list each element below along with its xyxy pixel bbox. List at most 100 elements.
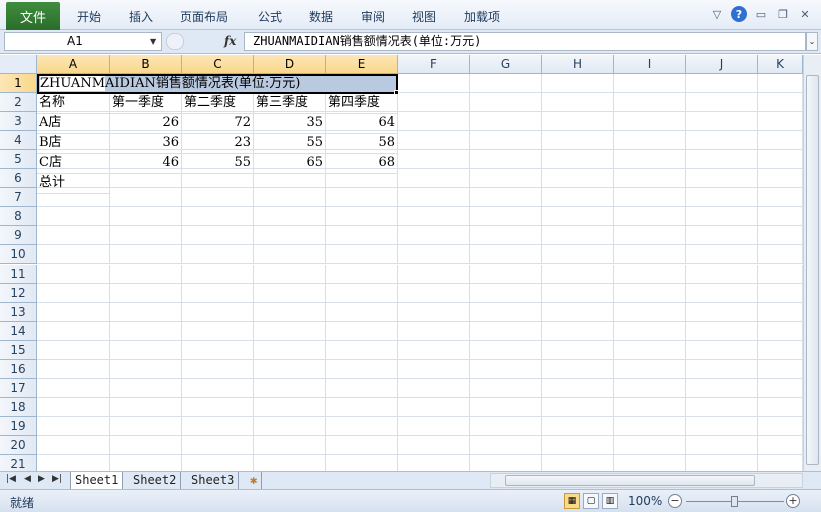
- grid-cell[interactable]: [686, 378, 758, 398]
- grid-cell[interactable]: [614, 340, 686, 360]
- grid-cell[interactable]: [470, 264, 542, 284]
- grid-cell[interactable]: [614, 112, 686, 132]
- grid-cell[interactable]: [182, 397, 254, 417]
- row-header-9[interactable]: 9: [0, 226, 37, 246]
- name-box[interactable]: A1: [4, 32, 162, 51]
- collapse-ribbon-icon[interactable]: ▽: [709, 6, 725, 22]
- grid-cell[interactable]: [398, 397, 470, 417]
- grid-cell[interactable]: [614, 359, 686, 379]
- grid-cell[interactable]: [542, 112, 614, 132]
- grid-cell[interactable]: [110, 245, 182, 265]
- grid-cell[interactable]: [254, 207, 326, 227]
- grid-cell[interactable]: [182, 359, 254, 379]
- grid-cell[interactable]: [758, 416, 803, 436]
- grid-cell[interactable]: [182, 321, 254, 341]
- grid-cell[interactable]: [326, 416, 398, 436]
- column-header-h[interactable]: H: [542, 55, 614, 74]
- grid-cell[interactable]: [37, 207, 110, 227]
- grid-cell[interactable]: [254, 264, 326, 284]
- row-header-6[interactable]: 6: [0, 169, 37, 189]
- vertical-scroll-thumb[interactable]: [806, 75, 819, 465]
- grid-cell[interactable]: [254, 378, 326, 398]
- grid-cell[interactable]: [686, 188, 758, 208]
- grid-cell[interactable]: [614, 226, 686, 246]
- grid-cell[interactable]: [758, 283, 803, 303]
- grid-cell[interactable]: [686, 359, 758, 379]
- row-header-8[interactable]: 8: [0, 207, 37, 227]
- grid-cell[interactable]: [614, 397, 686, 417]
- grid-cell[interactable]: [37, 245, 110, 265]
- insert-function-icon[interactable]: fx: [224, 34, 236, 48]
- grid-cell[interactable]: [470, 112, 542, 132]
- grid-cell[interactable]: [686, 169, 758, 189]
- grid-cell[interactable]: [758, 74, 803, 94]
- row-header-7[interactable]: 7: [0, 188, 37, 208]
- cell-b3[interactable]: 26: [110, 114, 182, 134]
- grid-cell[interactable]: [758, 321, 803, 341]
- grid-cell[interactable]: [470, 169, 542, 189]
- grid-cell[interactable]: [686, 397, 758, 417]
- help-icon[interactable]: ?: [731, 6, 747, 22]
- grid-cell[interactable]: [614, 74, 686, 94]
- column-header-b[interactable]: B: [110, 55, 182, 74]
- row-header-11[interactable]: 11: [0, 264, 37, 284]
- grid-cell[interactable]: [398, 435, 470, 455]
- grid-cell[interactable]: [542, 416, 614, 436]
- grid-cell[interactable]: [758, 435, 803, 455]
- grid-cell[interactable]: [110, 283, 182, 303]
- restore-icon[interactable]: ❐: [775, 6, 791, 22]
- grid-cell[interactable]: [110, 302, 182, 322]
- cell-c3[interactable]: 72: [182, 114, 254, 134]
- grid-cell[interactable]: [37, 397, 110, 417]
- grid-cell[interactable]: [37, 302, 110, 322]
- grid-cell[interactable]: [37, 340, 110, 360]
- grid-cell[interactable]: [686, 416, 758, 436]
- grid-cell[interactable]: [542, 435, 614, 455]
- grid-cell[interactable]: [398, 378, 470, 398]
- row-header-15[interactable]: 15: [0, 340, 37, 360]
- row-header-12[interactable]: 12: [0, 283, 37, 303]
- grid-cell[interactable]: [470, 321, 542, 341]
- cell-b5[interactable]: 46: [110, 154, 182, 174]
- grid-cell[interactable]: [326, 397, 398, 417]
- grid-cell[interactable]: [686, 112, 758, 132]
- grid-cell[interactable]: [614, 150, 686, 170]
- grid-cell[interactable]: [398, 321, 470, 341]
- cell-a4[interactable]: B店: [37, 134, 110, 154]
- grid-cell[interactable]: [398, 302, 470, 322]
- grid-cell[interactable]: [758, 93, 803, 113]
- grid-cell[interactable]: [326, 340, 398, 360]
- grid-cell[interactable]: [254, 321, 326, 341]
- grid-cell[interactable]: [398, 207, 470, 227]
- cell-e4[interactable]: 58: [326, 134, 398, 154]
- grid-cell[interactable]: [326, 359, 398, 379]
- grid-cell[interactable]: [254, 226, 326, 246]
- sheet-tab-sheet2[interactable]: Sheet2: [129, 472, 182, 489]
- grid-cell[interactable]: [542, 74, 614, 94]
- grid-cell[interactable]: [182, 264, 254, 284]
- insert-sheet-icon[interactable]: ✱: [246, 472, 263, 489]
- zoom-level[interactable]: 100%: [628, 494, 662, 508]
- grid-cell[interactable]: [758, 188, 803, 208]
- grid-cell[interactable]: [470, 302, 542, 322]
- normal-view-icon[interactable]: ▦: [564, 493, 580, 509]
- page-break-view-icon[interactable]: ▥: [602, 493, 618, 509]
- grid-cell[interactable]: [110, 321, 182, 341]
- row-header-14[interactable]: 14: [0, 321, 37, 341]
- grid-cell[interactable]: [470, 359, 542, 379]
- grid-cell[interactable]: [326, 245, 398, 265]
- row-header-17[interactable]: 17: [0, 378, 37, 398]
- grid-cell[interactable]: [542, 340, 614, 360]
- grid-cell[interactable]: [470, 131, 542, 151]
- grid-cell[interactable]: [182, 302, 254, 322]
- tab-view[interactable]: 视图: [412, 8, 436, 25]
- tab-review[interactable]: 审阅: [361, 8, 385, 25]
- grid-cell[interactable]: [254, 397, 326, 417]
- grid-cell[interactable]: [37, 359, 110, 379]
- grid-cell[interactable]: [110, 188, 182, 208]
- grid-cell[interactable]: [37, 435, 110, 455]
- grid-cell[interactable]: [470, 150, 542, 170]
- grid-cell[interactable]: [470, 245, 542, 265]
- row-header-18[interactable]: 18: [0, 397, 37, 417]
- grid-cell[interactable]: [758, 397, 803, 417]
